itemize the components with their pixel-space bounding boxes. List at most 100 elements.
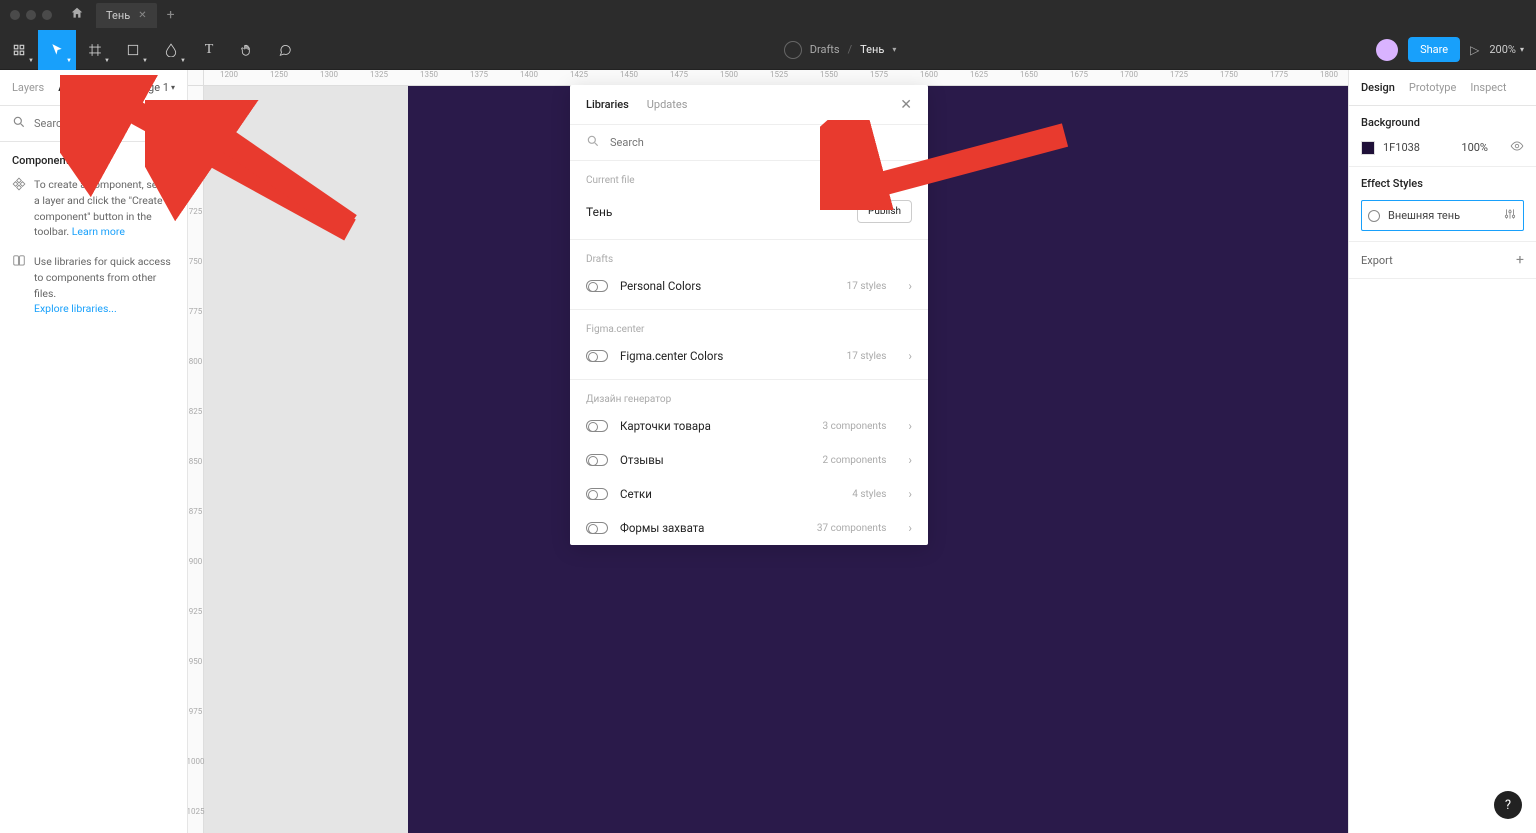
- owner-avatar-icon: [784, 41, 802, 59]
- bg-color-value[interactable]: 1F1038: [1383, 141, 1420, 154]
- tab-design[interactable]: Design: [1361, 81, 1395, 94]
- library-toggle[interactable]: [586, 454, 608, 466]
- chevron-right-icon: ›: [908, 487, 912, 501]
- hand-tool[interactable]: [228, 30, 266, 70]
- publish-button[interactable]: Publish: [857, 200, 912, 223]
- assets-search-input[interactable]: [34, 117, 174, 130]
- library-row[interactable]: Сетки 4 styles ›: [570, 477, 928, 511]
- share-button[interactable]: Share: [1408, 37, 1460, 62]
- present-icon[interactable]: ▷: [1470, 43, 1479, 57]
- library-row[interactable]: Figma.center Colors 17 styles ›: [570, 339, 928, 373]
- text-tool[interactable]: T: [190, 30, 228, 70]
- current-file-name: Тень: [586, 205, 612, 219]
- page-selector[interactable]: Page 1 ▾: [135, 81, 175, 94]
- breadcrumb-folder[interactable]: Drafts: [810, 43, 840, 56]
- tab-layers[interactable]: Layers: [12, 81, 44, 94]
- breadcrumb-file[interactable]: Тень: [860, 43, 884, 56]
- library-toggle[interactable]: [586, 522, 608, 534]
- visibility-icon[interactable]: [1510, 139, 1524, 156]
- explore-libraries-link[interactable]: Explore libraries...: [34, 302, 117, 315]
- file-tab[interactable]: Тень ✕: [96, 3, 157, 28]
- move-tool[interactable]: ▼: [38, 30, 76, 70]
- pen-tool[interactable]: ▼: [152, 30, 190, 70]
- chevron-right-icon: ›: [908, 349, 912, 363]
- home-icon[interactable]: [70, 6, 84, 24]
- frame-tool[interactable]: ▼: [76, 30, 114, 70]
- library-meta: 4 styles: [852, 489, 886, 500]
- current-file-label: Current file: [570, 161, 928, 190]
- library-toggle[interactable]: [586, 488, 608, 500]
- library-meta: 37 components: [817, 523, 887, 534]
- library-meta: 17 styles: [847, 281, 887, 292]
- export-heading: Export: [1361, 254, 1393, 267]
- add-export-icon[interactable]: +: [1516, 252, 1524, 268]
- tab-inspect[interactable]: Inspect: [1470, 81, 1506, 94]
- tab-prototype[interactable]: Prototype: [1409, 81, 1456, 94]
- bg-color-swatch[interactable]: [1361, 141, 1375, 155]
- zoom-value: 200%: [1489, 43, 1516, 56]
- effect-styles-heading: Effect Styles: [1361, 177, 1524, 190]
- search-icon: [12, 114, 26, 133]
- effect-icon: [1368, 210, 1380, 222]
- min-dot[interactable]: [26, 10, 36, 20]
- max-dot[interactable]: [42, 10, 52, 20]
- zoom-control[interactable]: 200% ▾: [1489, 43, 1524, 56]
- tab-assets[interactable]: Assets: [58, 81, 92, 94]
- library-name: Figma.center Colors: [620, 349, 723, 363]
- library-row[interactable]: Personal Colors 17 styles ›: [570, 269, 928, 303]
- shape-tool[interactable]: ▼: [114, 30, 152, 70]
- chevron-right-icon: ›: [908, 453, 912, 467]
- libraries-help-text: Use libraries for quick access to compon…: [34, 254, 175, 317]
- adjust-icon[interactable]: [1503, 207, 1517, 224]
- close-tab-icon[interactable]: ✕: [138, 10, 146, 21]
- library-meta: 2 components: [822, 455, 886, 466]
- close-modal-icon[interactable]: ✕: [900, 97, 912, 113]
- components-heading: Components: [12, 154, 175, 167]
- library-row[interactable]: Формы захвата 37 components ›: [570, 511, 928, 545]
- library-group-title: Figma.center: [570, 310, 928, 339]
- book-icon: [12, 254, 26, 317]
- library-name: Personal Colors: [620, 279, 701, 293]
- ruler-corner: [188, 70, 204, 86]
- toolbar: ▼ ▼ ▼ ▼ ▼ T Drafts / Тень: [0, 30, 1536, 70]
- library-meta: 17 styles: [847, 351, 887, 362]
- titlebar: Тень ✕ +: [0, 0, 1536, 30]
- bg-opacity-value[interactable]: 100%: [1461, 141, 1488, 154]
- library-toggle[interactable]: [586, 280, 608, 292]
- libraries-modal: Libraries Updates ✕ Current file Тень Pu…: [570, 85, 928, 545]
- library-name: Сетки: [620, 487, 652, 501]
- ruler-vertical: 6757007257507758008258508759009259509751…: [188, 86, 204, 833]
- library-toggle[interactable]: [586, 350, 608, 362]
- help-button[interactable]: ?: [1494, 791, 1522, 819]
- modal-tab-updates[interactable]: Updates: [647, 98, 688, 111]
- background-heading: Background: [1361, 116, 1524, 129]
- left-panel: Layers Assets Page 1 ▾ Components: [0, 70, 188, 833]
- close-dot[interactable]: [10, 10, 20, 20]
- modal-search-input[interactable]: [610, 136, 912, 149]
- user-avatar[interactable]: [1376, 39, 1398, 61]
- library-toggle[interactable]: [586, 420, 608, 432]
- library-row[interactable]: Отзывы 2 components ›: [570, 443, 928, 477]
- library-meta: 3 components: [822, 421, 886, 432]
- library-group-title: Drafts: [570, 240, 928, 269]
- right-panel: Design Prototype Inspect Background 1F10…: [1348, 70, 1536, 833]
- effect-style-row[interactable]: Внешняя тень: [1361, 200, 1524, 231]
- library-group-title: Дизайн генератор: [570, 380, 928, 409]
- library-row[interactable]: Карточки товара 3 components ›: [570, 409, 928, 443]
- search-icon: [586, 133, 600, 152]
- modal-tab-libraries[interactable]: Libraries: [586, 98, 629, 111]
- library-name: Формы захвата: [620, 521, 704, 535]
- chevron-right-icon: ›: [908, 419, 912, 433]
- component-icon: [12, 177, 26, 240]
- learn-more-link[interactable]: Learn more: [72, 225, 125, 238]
- new-tab-icon[interactable]: +: [167, 7, 175, 23]
- window-controls[interactable]: [10, 10, 52, 20]
- breadcrumb[interactable]: Drafts / Тень ▾: [784, 41, 897, 59]
- library-name: Отзывы: [620, 453, 664, 467]
- file-tab-label: Тень: [106, 9, 130, 22]
- effect-style-name: Внешняя тень: [1388, 209, 1460, 222]
- chevron-right-icon: ›: [908, 279, 912, 293]
- comment-tool[interactable]: [266, 30, 304, 70]
- ruler-horizontal: 1200125013001325135013751400142514501475…: [204, 70, 1348, 86]
- menu-button[interactable]: ▼: [0, 30, 38, 70]
